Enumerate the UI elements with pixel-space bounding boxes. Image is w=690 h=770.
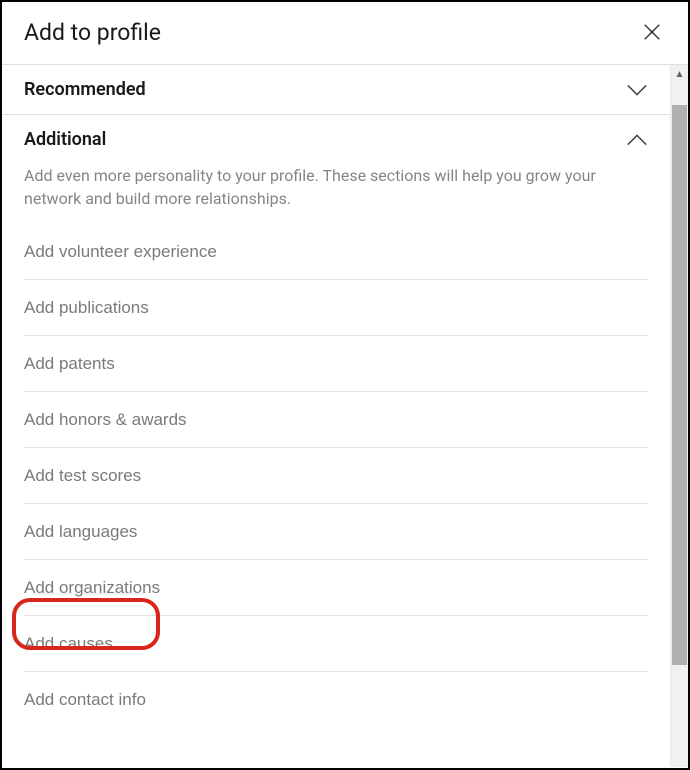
add-test-scores-option[interactable]: Add test scores	[2, 448, 670, 503]
add-causes-option[interactable]: Add causes	[2, 616, 670, 671]
chevron-up-icon	[626, 133, 648, 147]
chevron-down-icon	[626, 83, 648, 97]
dialog-header: Add to profile	[2, 2, 688, 65]
section-recommended-header[interactable]: Recommended	[2, 65, 670, 114]
option-label: Add publications	[24, 298, 149, 317]
close-button[interactable]	[638, 18, 666, 46]
section-additional-description: Add even more personality to your profil…	[2, 164, 670, 224]
option-label: Add contact info	[24, 690, 146, 709]
close-icon	[641, 21, 663, 43]
add-languages-option[interactable]: Add languages	[2, 504, 670, 559]
option-label: Add organizations	[24, 578, 160, 597]
scrollbar-thumb[interactable]	[672, 105, 687, 665]
scroll-up-arrow-icon[interactable]: ▲	[671, 65, 688, 83]
scrollbar-track[interactable]: ▲	[670, 65, 688, 767]
option-label: Add honors & awards	[24, 410, 187, 429]
option-label: Add volunteer experience	[24, 242, 217, 261]
section-recommended-title: Recommended	[24, 79, 146, 100]
section-additional-header[interactable]: Additional	[2, 115, 670, 164]
add-contact-info-option[interactable]: Add contact info	[2, 672, 670, 727]
option-label: Add languages	[24, 522, 137, 541]
section-additional: Additional Add even more personality to …	[2, 114, 670, 727]
section-additional-title: Additional	[24, 129, 106, 150]
add-honors-awards-option[interactable]: Add honors & awards	[2, 392, 670, 447]
dialog-title: Add to profile	[24, 19, 161, 46]
add-patents-option[interactable]: Add patents	[2, 336, 670, 391]
add-publications-option[interactable]: Add publications	[2, 280, 670, 335]
dialog-content: Recommended Additional Add even more per…	[2, 65, 670, 767]
option-label: Add causes	[24, 634, 113, 653]
option-label: Add patents	[24, 354, 115, 373]
option-label: Add test scores	[24, 466, 141, 485]
add-volunteer-experience-option[interactable]: Add volunteer experience	[2, 224, 670, 279]
add-organizations-option[interactable]: Add organizations	[2, 560, 670, 615]
